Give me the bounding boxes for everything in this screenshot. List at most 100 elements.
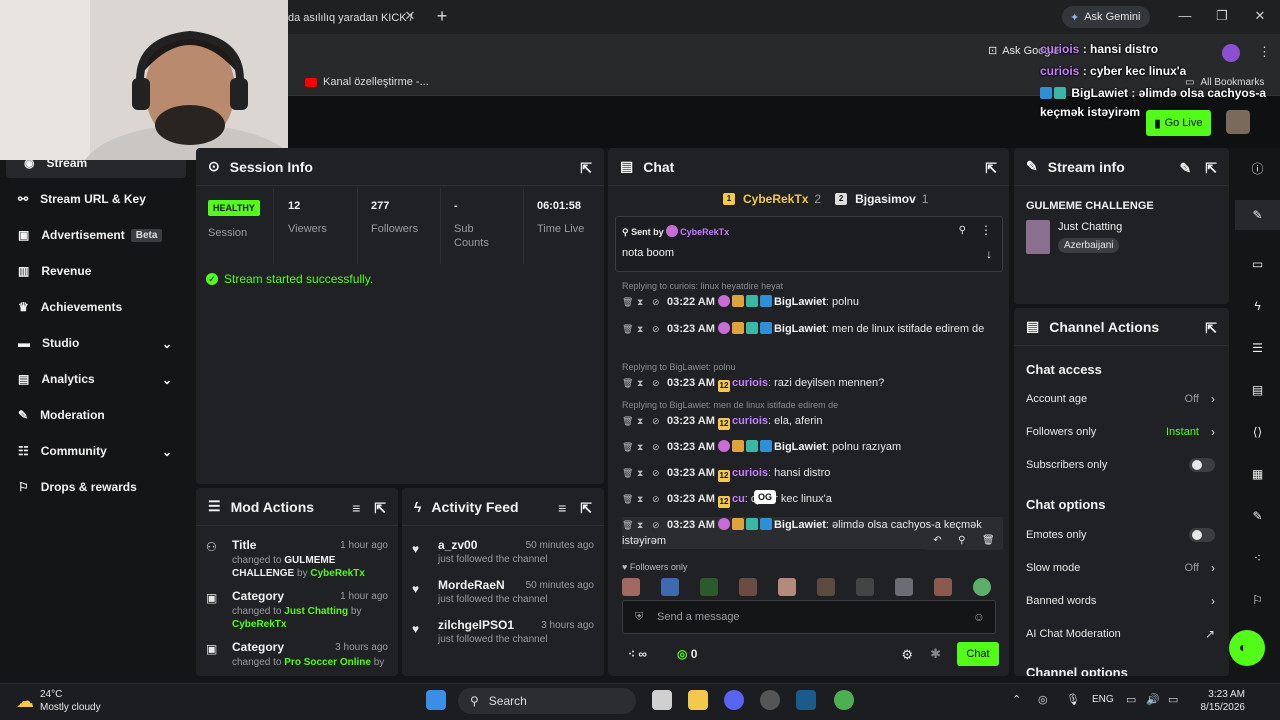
- timeout-icon[interactable]: ⧗: [637, 375, 646, 391]
- support-button[interactable]: ◐: [1229, 630, 1265, 666]
- points-stat[interactable]: ◎ 0: [677, 647, 698, 661]
- avatar[interactable]: [778, 578, 796, 596]
- delete-icon[interactable]: 🗑: [622, 294, 633, 310]
- activity-user[interactable]: zilchgelPSO1: [438, 618, 514, 632]
- timeout-icon[interactable]: ⧗: [637, 439, 646, 455]
- message-user[interactable]: curiois: [732, 415, 768, 427]
- battery-icon[interactable]: ▭: [1168, 693, 1178, 706]
- chrome-icon[interactable]: [834, 690, 854, 710]
- delete-icon[interactable]: 🗑: [622, 491, 633, 507]
- new-tab-button[interactable]: +: [430, 5, 454, 29]
- account-age-row[interactable]: Account age Off ›: [1026, 389, 1215, 409]
- network-icon[interactable]: ▭: [1126, 693, 1136, 706]
- shield-icon[interactable]: ⛨: [635, 611, 643, 624]
- message-user[interactable]: BigLawiet: [774, 441, 826, 453]
- info-icon[interactable]: ⓘ: [1235, 158, 1280, 178]
- ban-icon[interactable]: ⊘: [652, 439, 661, 455]
- delete-icon[interactable]: 🗑: [622, 465, 633, 481]
- desc-user[interactable]: CybeRekTx: [310, 568, 364, 579]
- timeout-icon[interactable]: ⧗: [637, 465, 646, 481]
- popout-icon[interactable]: ⇱: [985, 160, 997, 177]
- pin-icon[interactable]: ⚲: [958, 535, 965, 546]
- activity-user[interactable]: MordeRaeN: [438, 578, 505, 592]
- category-name[interactable]: Just Chatting: [1058, 221, 1122, 233]
- filter-icon[interactable]: ≡: [352, 500, 360, 517]
- discord-icon[interactable]: [724, 690, 744, 710]
- taskbar-search[interactable]: ⚲ Search: [458, 688, 636, 714]
- message-user[interactable]: BigLawiet: [774, 296, 826, 308]
- avatar[interactable]: [817, 578, 835, 596]
- edit-icon[interactable]: ✎: [1180, 160, 1192, 177]
- activity-user[interactable]: a_zv00: [438, 538, 477, 552]
- emoji-icon[interactable]: ☺: [973, 610, 985, 624]
- avatar[interactable]: [934, 578, 952, 596]
- system-clock[interactable]: 3:23 AM 8/15/2026: [1195, 688, 1246, 714]
- obs-icon[interactable]: [760, 690, 780, 710]
- gift-icon[interactable]: ⚐: [1235, 590, 1280, 610]
- delete-icon[interactable]: 🗑: [622, 321, 633, 337]
- close-window-button[interactable]: ✕: [1245, 6, 1275, 26]
- emotes-only-toggle[interactable]: [1189, 528, 1215, 542]
- message-user[interactable]: BigLawiet: [774, 519, 826, 531]
- top-chatter-name[interactable]: Bjgasimov: [855, 192, 916, 206]
- sidebar-item-studio[interactable]: ▬ Studio ⌄: [0, 328, 186, 358]
- popout-icon[interactable]: ⇱: [580, 160, 592, 177]
- ban-icon[interactable]: ⊘: [652, 294, 661, 310]
- weather-widget[interactable]: ☁ 24°C Mostly cloudy: [16, 688, 101, 714]
- ai-moderation-row[interactable]: AI Chat Moderation ↗: [1026, 624, 1215, 644]
- file-explorer-icon[interactable]: [688, 690, 708, 710]
- slow-mode-row[interactable]: Slow mode Off ›: [1026, 558, 1215, 578]
- filter-icon[interactable]: ≡: [558, 500, 566, 517]
- ban-icon[interactable]: ⊘: [652, 413, 661, 429]
- chat-icon[interactable]: ▤: [1235, 380, 1280, 400]
- more-icon[interactable]: ⋮: [980, 223, 992, 237]
- timeout-icon[interactable]: ⧗: [637, 517, 646, 533]
- avatar[interactable]: [739, 578, 757, 596]
- wrench-icon[interactable]: ✎: [1235, 506, 1280, 526]
- settings-icon[interactable]: ⚙: [901, 647, 913, 663]
- arrow-down-icon[interactable]: ↓: [986, 247, 992, 261]
- sidebar-item-analytics[interactable]: ▤ Analytics ⌄: [0, 364, 186, 394]
- delete-icon[interactable]: 🗑: [622, 375, 633, 391]
- message-user[interactable]: curiois: [732, 467, 768, 479]
- delete-icon[interactable]: 🗑: [622, 413, 633, 429]
- message-user[interactable]: curiois: [732, 377, 768, 389]
- message-user[interactable]: BigLawiet: [774, 323, 826, 335]
- code-icon[interactable]: ⟨⟩: [1235, 422, 1280, 442]
- avatar[interactable]: [700, 578, 718, 596]
- popout-icon[interactable]: ⇱: [1205, 320, 1217, 337]
- sidebar-item-achievements[interactable]: ♛ Achievements: [0, 292, 186, 322]
- sidebar-item-moderation[interactable]: ✎ Moderation: [0, 400, 186, 430]
- popout-icon[interactable]: ⇱: [580, 500, 592, 517]
- ban-icon[interactable]: ⊘: [652, 375, 661, 391]
- task-view-icon[interactable]: [652, 690, 672, 710]
- top-chatter-name[interactable]: CybeRekTx: [743, 192, 808, 206]
- volume-icon[interactable]: 🔊: [1146, 693, 1160, 706]
- desc-user[interactable]: CybeRekTx: [232, 619, 286, 630]
- sidebar-item-stream-url[interactable]: ⚯ Stream URL & Key: [0, 184, 186, 214]
- sidebar-item-drops[interactable]: ⚐ Drops & rewards: [0, 472, 186, 502]
- timeout-icon[interactable]: ⧗: [637, 491, 646, 507]
- sidebar-item-community[interactable]: ☷ Community ⌄: [0, 436, 186, 466]
- banned-words-row[interactable]: Banned words ›: [1026, 591, 1215, 611]
- microphone-icon[interactable]: 🎙: [1066, 693, 1080, 706]
- delete-icon[interactable]: 🗑: [982, 535, 995, 546]
- sidebar-item-revenue[interactable]: ▥ Revenue: [0, 256, 186, 286]
- server-icon[interactable]: ▦: [1235, 464, 1280, 484]
- popout-icon[interactable]: ⇱: [374, 500, 386, 517]
- reply-icon[interactable]: ↶: [933, 535, 941, 546]
- edit-icon[interactable]: ✎: [1235, 200, 1280, 230]
- tray-chevron-icon[interactable]: ⌃: [1012, 693, 1021, 706]
- tray-app-icon[interactable]: ◎: [1038, 693, 1048, 706]
- delete-icon[interactable]: 🗑: [622, 439, 633, 455]
- bolt-icon[interactable]: ϟ: [1235, 296, 1280, 316]
- community-stat[interactable]: ⁖ ∞: [628, 647, 647, 661]
- chat-input[interactable]: ⛨ Send a message ☺: [622, 600, 996, 634]
- sidebar-item-advertisement[interactable]: ▣ Advertisement Beta: [0, 220, 186, 250]
- pinned-user[interactable]: CybeRekTx: [680, 227, 729, 237]
- language-indicator[interactable]: ENG: [1092, 694, 1114, 705]
- avatar[interactable]: [973, 578, 991, 596]
- subscribers-only-toggle[interactable]: [1189, 458, 1215, 472]
- ban-icon[interactable]: ⊘: [652, 491, 661, 507]
- avatar[interactable]: [661, 578, 679, 596]
